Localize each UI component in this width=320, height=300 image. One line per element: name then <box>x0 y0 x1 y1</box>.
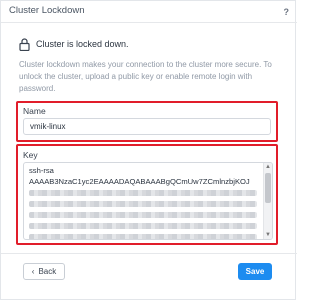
cluster-lockdown-dialog: Cluster Lockdown ? Cluster is locked dow… <box>0 0 297 300</box>
back-button-label: Back <box>38 267 57 276</box>
lockdown-description: Cluster lockdown makes your connection t… <box>19 60 272 93</box>
key-label: Key <box>23 150 38 160</box>
dialog-title: Cluster Lockdown <box>9 5 85 16</box>
footer-divider <box>1 253 297 254</box>
dialog-header: Cluster Lockdown ? <box>1 1 297 23</box>
key-scrollbar[interactable]: ▲ ▼ <box>263 163 272 239</box>
scroll-down-icon[interactable]: ▼ <box>265 232 271 238</box>
lock-status: Cluster is locked down. <box>19 37 129 51</box>
redacted-key-line <box>29 234 257 239</box>
scroll-thumb[interactable] <box>265 173 271 203</box>
chevron-left-icon: ‹ <box>31 267 35 276</box>
scroll-up-icon[interactable]: ▲ <box>265 164 271 170</box>
back-button[interactable]: ‹ Back <box>23 263 65 280</box>
redacted-key-line <box>29 201 257 207</box>
key-textarea[interactable]: ssh-rsa AAAAB3NzaC1yc2EAAAADAQABAAABgQCm… <box>23 162 273 240</box>
name-input[interactable] <box>23 118 271 135</box>
save-button[interactable]: Save <box>238 263 272 280</box>
redacted-key-line <box>29 212 257 218</box>
redacted-key-line <box>29 190 257 196</box>
redacted-key-line <box>29 223 257 229</box>
key-line-1: ssh-rsa <box>29 166 54 175</box>
help-icon[interactable]: ? <box>284 7 290 17</box>
key-line-2: AAAAB3NzaC1yc2EAAAADAQABAAABgQCmUw7ZCmln… <box>29 177 250 186</box>
name-label: Name <box>23 106 46 116</box>
lock-icon <box>19 37 30 51</box>
lock-status-text: Cluster is locked down. <box>36 39 129 49</box>
